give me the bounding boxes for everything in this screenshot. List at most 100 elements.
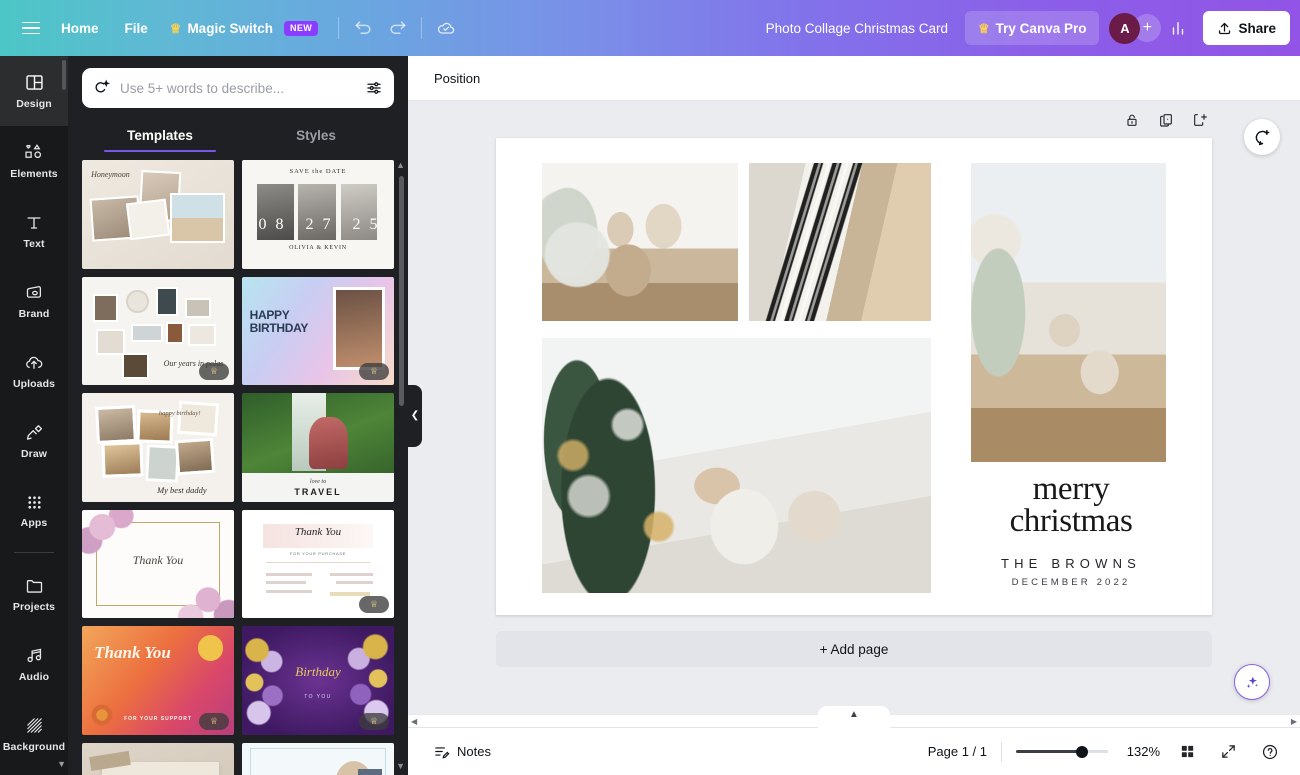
insights-icon[interactable]: [1161, 11, 1195, 45]
share-button[interactable]: Share: [1203, 11, 1290, 45]
template-card[interactable]: Thank You: [82, 509, 234, 619]
add-comment-button[interactable]: [1244, 119, 1280, 155]
filter-sliders-icon: [367, 82, 381, 94]
sidebar-item-text[interactable]: Text: [0, 196, 68, 266]
sidebar-item-draw-label: Draw: [20, 448, 48, 460]
position-button[interactable]: Position: [424, 65, 490, 92]
photo-family-tree-gifts[interactable]: [542, 163, 738, 321]
page-toolbar: [496, 101, 1212, 138]
templates-grid: Honeymoon SAVE the DATE 08 27 25 OLIVIA …: [82, 160, 394, 775]
template-card[interactable]: Our years in polas ♕: [82, 276, 234, 386]
music-note-icon: [26, 648, 41, 663]
templates-scroll-area[interactable]: Honeymoon SAVE the DATE 08 27 25 OLIVIA …: [68, 152, 408, 775]
undo-icon[interactable]: [346, 11, 380, 45]
search-input[interactable]: [120, 80, 356, 96]
zoom-slider[interactable]: [1016, 745, 1108, 759]
pro-crown-badge: ♕: [359, 712, 389, 730]
pro-crown-badge: ♕: [199, 712, 229, 730]
template-card[interactable]: HAPPY BIRTHDAY ♕: [242, 276, 394, 386]
duplicate-page-button[interactable]: [1156, 110, 1176, 130]
tool-rail: Design Elements Text Brand Uploads Draw: [0, 56, 68, 775]
sidebar-item-brand[interactable]: Brand: [0, 266, 68, 336]
layout-icon: [25, 75, 43, 90]
chevron-up-icon: ▲: [849, 709, 859, 720]
lock-page-button[interactable]: [1122, 110, 1142, 130]
fullscreen-button[interactable]: [1215, 738, 1242, 765]
pro-crown-badge: ♕: [359, 596, 389, 614]
greeting-text-block[interactable]: merry christmas THE BROWNS DECEMBER 2022: [971, 471, 1171, 589]
avatar[interactable]: A: [1109, 12, 1141, 44]
photo-family-living-room[interactable]: [971, 163, 1166, 462]
collapse-panel-handle[interactable]: ❮: [408, 384, 422, 447]
sidebar-item-projects-label: Projects: [12, 601, 56, 613]
document-title[interactable]: Photo Collage Christmas Card: [755, 15, 959, 42]
tab-templates[interactable]: Templates: [82, 121, 238, 152]
nav-file[interactable]: File: [112, 11, 161, 45]
template-card[interactable]: love to TRAVEL: [242, 393, 394, 502]
collaborators: A +: [1109, 12, 1162, 44]
template-card[interactable]: happy birthday! My best daddy: [82, 393, 234, 502]
editor-body: Design Elements Text Brand Uploads Draw: [0, 56, 1300, 775]
design-canvas[interactable]: merry christmas THE BROWNS DECEMBER 2022: [496, 138, 1212, 615]
tab-styles-label: Styles: [296, 128, 336, 143]
template-card[interactable]: Honeymoon: [82, 160, 234, 269]
hamburger-menu-icon[interactable]: [14, 11, 48, 45]
add-page-button[interactable]: [1190, 110, 1210, 130]
canva-assistant-button[interactable]: [1234, 664, 1270, 700]
notes-button[interactable]: Notes: [424, 737, 500, 766]
zoom-knob[interactable]: [1076, 745, 1089, 758]
search-box[interactable]: [82, 68, 394, 108]
template-card[interactable]: Birthday TO YOU ♕: [242, 626, 394, 735]
greeting-line-2: christmas: [1009, 503, 1133, 539]
cloud-saved-icon[interactable]: [429, 11, 463, 45]
greeting-line-1: merry: [1032, 471, 1110, 507]
nav-home[interactable]: Home: [48, 11, 112, 45]
help-icon: [1262, 744, 1278, 759]
sidebar-item-audio[interactable]: Audio: [0, 629, 68, 699]
template-card[interactable]: [82, 742, 234, 775]
crown-icon: ♕: [978, 20, 990, 36]
template-caption: SAVE the DATE: [289, 167, 347, 175]
nav-magic-switch[interactable]: ♕ Magic Switch NEW: [161, 11, 331, 45]
pro-crown-badge: ♕: [359, 363, 389, 381]
sidebar-item-elements[interactable]: Elements: [0, 126, 68, 196]
pen-icon: [26, 425, 42, 440]
sidebar-item-uploads[interactable]: Uploads: [0, 336, 68, 406]
header-divider-1: [338, 17, 340, 39]
grid-view-button[interactable]: [1174, 738, 1201, 765]
rail-scrollbar[interactable]: [62, 60, 66, 90]
brand-icon: [26, 286, 41, 298]
chevron-down-icon[interactable]: ▼: [57, 759, 66, 769]
template-subtitle: FOR YOUR PURCHASE: [289, 550, 347, 556]
photo-family-large[interactable]: [542, 338, 931, 593]
family-name: THE BROWNS: [1000, 556, 1142, 571]
sidebar-item-draw[interactable]: Draw: [0, 406, 68, 476]
tab-styles[interactable]: Styles: [238, 121, 394, 152]
sidebar-item-apps[interactable]: Apps: [0, 476, 68, 546]
help-button[interactable]: [1256, 738, 1284, 766]
duplicate-icon: [1160, 114, 1172, 127]
add-page-bar[interactable]: + Add page: [496, 631, 1212, 667]
notes-icon: [435, 747, 450, 759]
template-card[interactable]: Claudia & Richard OCTOBER 30 4 PM: [242, 742, 394, 775]
sidebar-item-design[interactable]: Design: [0, 56, 68, 126]
template-subtitle: OLIVIA & KEVIN: [289, 244, 347, 251]
chevron-right-icon[interactable]: ▶: [1291, 717, 1297, 726]
chevron-left-icon[interactable]: ◀: [411, 717, 417, 726]
sidebar-item-projects[interactable]: Projects: [0, 559, 68, 629]
template-card[interactable]: Thank You FOR YOUR PURCHASE ♕: [242, 509, 394, 619]
horizontal-scrollbar[interactable]: ◀ ▲ ▶: [408, 706, 1300, 728]
redo-icon[interactable]: [380, 11, 414, 45]
template-card[interactable]: Thank You FOR YOUR SUPPORT ♕: [82, 626, 234, 735]
templates-panel: Templates Styles Honeymoon: [68, 56, 408, 775]
add-comment-icon: [1255, 129, 1269, 145]
photo-piano-hands[interactable]: [749, 163, 931, 321]
chevron-down-icon[interactable]: ▼: [396, 761, 405, 771]
sidebar-item-audio-label: Audio: [18, 671, 50, 683]
template-card[interactable]: SAVE the DATE 08 27 25 OLIVIA & KEVIN: [242, 160, 394, 269]
chevron-up-icon[interactable]: ▲: [396, 160, 405, 170]
toggle-pages-panel[interactable]: ▲: [818, 706, 890, 728]
app-header: Home File ♕ Magic Switch NEW Photo Colla…: [0, 0, 1300, 56]
panel-scrollbar[interactable]: [399, 176, 404, 406]
try-canva-pro-button[interactable]: ♕ Try Canva Pro: [965, 11, 1100, 45]
